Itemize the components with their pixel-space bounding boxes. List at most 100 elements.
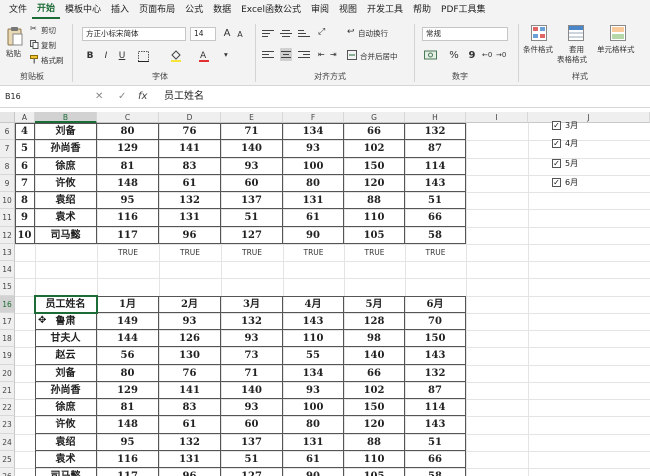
column-header[interactable]: J <box>528 112 650 123</box>
month-header-cell[interactable]: 1月 <box>97 295 159 313</box>
value-cell[interactable]: 66 <box>405 209 466 227</box>
bold-button[interactable]: B <box>84 50 96 62</box>
value-cell[interactable]: 61 <box>283 450 344 468</box>
value-cell[interactable]: 76 <box>159 364 221 382</box>
month-header-cell[interactable]: 4月 <box>283 295 344 313</box>
menu-item[interactable]: 文件 <box>4 0 32 20</box>
percent-style-button[interactable]: % <box>448 50 460 62</box>
table-format-button-line2[interactable]: 表格格式 <box>557 54 587 65</box>
value-cell[interactable]: 73 <box>221 347 283 365</box>
column-header[interactable]: I <box>466 112 528 123</box>
value-cell[interactable]: 140 <box>221 381 283 399</box>
month-header-cell[interactable]: 3月 <box>221 295 283 313</box>
value-cell[interactable]: 88 <box>344 192 405 210</box>
value-cell[interactable]: 127 <box>221 226 283 244</box>
row-header[interactable]: 15 <box>0 278 15 296</box>
employee-name-cell[interactable]: 赵云 <box>35 347 97 365</box>
value-cell[interactable]: 129 <box>97 140 159 158</box>
menu-item[interactable]: 模板中心 <box>60 0 106 20</box>
employee-name-cell[interactable]: 袁术 <box>35 209 97 227</box>
row-index-cell[interactable]: 9 <box>15 209 35 227</box>
merge-center-button[interactable]: 合并后居中 <box>360 51 398 62</box>
value-cell[interactable]: 87 <box>405 381 466 399</box>
checkbox-check-icon[interactable]: ✓ <box>552 158 561 168</box>
value-cell[interactable]: 132 <box>405 123 466 141</box>
value-cell[interactable]: 129 <box>97 381 159 399</box>
value-cell[interactable]: 93 <box>221 157 283 175</box>
value-cell[interactable]: 98 <box>344 330 405 348</box>
value-cell[interactable]: 105 <box>344 468 405 476</box>
formula-result-cell[interactable]: TRUE <box>159 244 221 261</box>
value-cell[interactable]: 61 <box>159 174 221 192</box>
menu-item[interactable]: 数据 <box>208 0 236 20</box>
month-checkbox[interactable]: ✓ 6月 <box>552 175 578 189</box>
value-cell[interactable]: 70 <box>405 312 466 330</box>
row-header[interactable]: 14 <box>0 261 15 279</box>
row-header[interactable]: 11 <box>0 209 15 227</box>
value-cell[interactable]: 140 <box>344 347 405 365</box>
employee-name-cell[interactable]: 许攸 <box>35 416 97 434</box>
value-cell[interactable]: 71 <box>221 364 283 382</box>
value-cell[interactable]: 130 <box>159 347 221 365</box>
value-cell[interactable]: 66 <box>344 123 405 141</box>
number-format-select[interactable]: 常规 <box>422 27 508 41</box>
value-cell[interactable]: 114 <box>405 399 466 417</box>
row-index-cell[interactable]: 8 <box>15 192 35 210</box>
align-top-icon[interactable] <box>262 28 274 38</box>
font-color-icon[interactable]: A <box>198 49 210 62</box>
value-cell[interactable]: 71 <box>221 123 283 141</box>
cell-styles-icon[interactable] <box>610 25 626 41</box>
copy-button[interactable]: 复制 <box>41 40 56 51</box>
header-name-cell[interactable]: 员工姓名 <box>35 295 97 313</box>
value-cell[interactable]: 61 <box>159 416 221 434</box>
font-more-icon[interactable]: ▾ <box>224 50 228 59</box>
value-cell[interactable]: 80 <box>97 364 159 382</box>
value-cell[interactable]: 87 <box>405 140 466 158</box>
menu-item[interactable]: 审阅 <box>306 0 334 20</box>
orientation-icon[interactable]: ⤢ <box>318 27 325 37</box>
font-shrink-button[interactable]: A <box>234 29 246 41</box>
decrease-decimal-icon[interactable]: →0 <box>496 51 506 59</box>
cut-button[interactable]: 剪切 <box>41 25 56 36</box>
row-header[interactable]: 26 <box>0 468 15 476</box>
employee-name-cell[interactable]: 许攸 <box>35 174 97 192</box>
value-cell[interactable]: 100 <box>283 157 344 175</box>
value-cell[interactable]: 110 <box>283 330 344 348</box>
wrap-text-button[interactable]: 自动换行 <box>358 28 388 39</box>
row-header[interactable]: 25 <box>0 450 15 468</box>
merge-center-icon[interactable] <box>347 50 357 60</box>
formula-result-cell[interactable]: TRUE <box>283 244 344 261</box>
value-cell[interactable]: 51 <box>221 450 283 468</box>
column-header[interactable]: F <box>283 112 344 123</box>
row-header[interactable]: 21 <box>0 381 15 399</box>
value-cell[interactable]: 110 <box>344 450 405 468</box>
value-cell[interactable]: 55 <box>283 347 344 365</box>
employee-name-cell[interactable]: 刘备 <box>35 123 97 141</box>
value-cell[interactable]: 51 <box>405 192 466 210</box>
menu-item[interactable]: 视图 <box>334 0 362 20</box>
conditional-format-button[interactable]: 条件格式 <box>523 44 553 55</box>
italic-button[interactable]: I <box>100 50 112 62</box>
value-cell[interactable]: 51 <box>221 209 283 227</box>
employee-name-cell[interactable]: 甘夫人 <box>35 330 97 348</box>
row-header[interactable]: 18 <box>0 330 15 348</box>
value-cell[interactable]: 143 <box>405 174 466 192</box>
value-cell[interactable]: 120 <box>344 416 405 434</box>
row-header[interactable]: 16 <box>0 295 15 313</box>
value-cell[interactable]: 90 <box>283 226 344 244</box>
value-cell[interactable]: 93 <box>221 399 283 417</box>
fill-color-icon[interactable] <box>170 49 182 62</box>
value-cell[interactable]: 66 <box>344 364 405 382</box>
column-header[interactable]: B <box>35 112 97 123</box>
value-cell[interactable]: 144 <box>97 330 159 348</box>
value-cell[interactable]: 140 <box>221 140 283 158</box>
formula-result-cell[interactable]: TRUE <box>221 244 283 261</box>
menu-item[interactable]: Excel函数公式 <box>236 0 306 20</box>
border-icon[interactable] <box>138 51 149 62</box>
font-grow-button[interactable]: A <box>221 28 233 40</box>
menu-item[interactable]: 开发工具 <box>362 0 408 20</box>
value-cell[interactable]: 131 <box>159 209 221 227</box>
value-cell[interactable]: 51 <box>405 433 466 451</box>
checkbox-check-icon[interactable]: ✓ <box>552 120 561 130</box>
value-cell[interactable]: 58 <box>405 226 466 244</box>
